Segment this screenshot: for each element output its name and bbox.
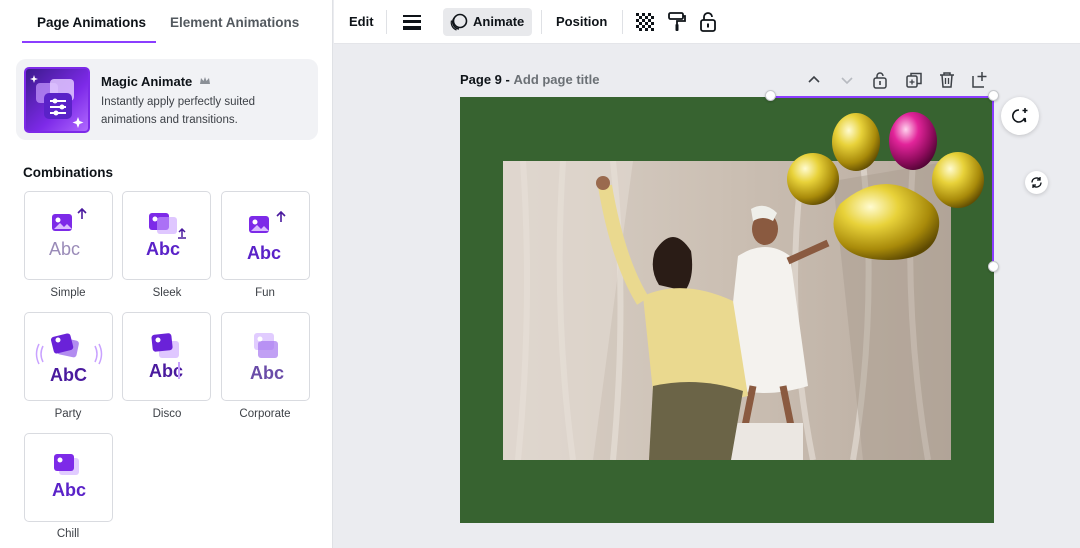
combinations-heading: Combinations <box>23 165 113 180</box>
magic-animate-title: Magic Animate <box>101 74 193 89</box>
toolbar-divider <box>386 10 387 34</box>
preset-party-label: Party <box>54 408 82 420</box>
preset-corporate-label: Corporate <box>239 408 291 420</box>
trash-icon[interactable] <box>937 70 957 90</box>
preset-corporate[interactable]: Abc <box>221 312 310 401</box>
rotate-button[interactable] <box>1025 171 1048 194</box>
preset-sleek-label: Sleek <box>152 287 182 299</box>
preset-chill[interactable]: Abc <box>24 433 113 522</box>
active-tab-indicator <box>22 41 156 43</box>
element-toolbar: Edit Animate Position <box>334 0 1080 44</box>
sleek-preview-icon: Abc <box>146 213 186 259</box>
add-page-icon[interactable] <box>970 70 990 90</box>
svg-text:Abc: Abc <box>250 363 284 383</box>
resize-handle-top-right[interactable] <box>988 90 999 101</box>
position-button[interactable]: Position <box>556 8 607 36</box>
tab-element-animations[interactable]: Element Animations <box>170 15 299 30</box>
duplicate-icon[interactable] <box>904 70 924 90</box>
edit-button[interactable]: Edit <box>349 8 374 36</box>
add-comment-button[interactable] <box>1001 97 1039 135</box>
toolbar-divider <box>541 10 542 34</box>
svg-text:Abc: Abc <box>52 480 86 500</box>
preset-sleek[interactable]: Abc <box>122 191 211 280</box>
comment-plus-icon <box>1012 108 1028 123</box>
svg-text:Abc: Abc <box>149 361 183 381</box>
svg-text:Abc: Abc <box>146 239 180 259</box>
disco-preview-icon: Abc <box>149 333 183 381</box>
paint-roller-icon[interactable] <box>665 10 689 34</box>
rotate-icon <box>1031 177 1042 188</box>
preset-simple-label: Simple <box>50 287 86 299</box>
corporate-preview-icon: Abc <box>250 333 284 383</box>
preset-party[interactable]: AbC <box>24 312 113 401</box>
tab-page-animations[interactable]: Page Animations <box>37 15 146 30</box>
svg-text:AbC: AbC <box>50 365 87 385</box>
party-preview-icon: AbC <box>35 333 103 385</box>
page-header: Page 9 - Add page title <box>460 72 599 87</box>
page-number: Page 9 - <box>460 72 510 87</box>
toolbar-divider <box>622 10 623 34</box>
crown-icon <box>200 77 210 84</box>
animation-tabs: Page Animations Element Animations <box>0 0 333 44</box>
selection-border-right <box>992 96 994 267</box>
animate-icon <box>450 13 468 31</box>
preset-fun[interactable]: Abc <box>221 191 310 280</box>
magic-animate-card[interactable]: Magic Animate Instantly apply perfectly … <box>16 59 318 140</box>
magic-animate-description: Instantly apply perfectly suited animati… <box>101 96 256 126</box>
magic-animate-thumbnail <box>24 67 90 133</box>
selection-border-top <box>771 96 994 98</box>
animate-button[interactable]: Animate <box>443 8 533 36</box>
resize-handle-bottom-right[interactable] <box>988 261 999 272</box>
simple-preview-icon: Abc <box>49 207 87 259</box>
line-weight-icon[interactable] <box>400 10 424 34</box>
paw-balloon-graphic[interactable] <box>782 108 988 266</box>
chill-preview-icon: Abc <box>52 454 86 500</box>
page-lock-icon[interactable] <box>870 70 890 90</box>
fun-preview-icon: Abc <box>247 210 286 263</box>
animate-label: Animate <box>473 14 525 29</box>
preset-disco-label: Disco <box>152 408 182 420</box>
transparency-icon[interactable] <box>633 10 657 34</box>
chevron-down-icon <box>841 77 853 85</box>
preset-disco[interactable]: Abc <box>122 312 211 401</box>
resize-handle-top-left[interactable] <box>765 90 776 101</box>
chevron-up-icon[interactable] <box>804 70 824 90</box>
svg-text:Abc: Abc <box>49 239 80 259</box>
lock-icon[interactable] <box>696 10 720 34</box>
page-title-input[interactable]: Add page title <box>513 72 599 87</box>
preset-fun-label: Fun <box>255 287 275 299</box>
svg-text:Abc: Abc <box>247 243 281 263</box>
preset-chill-label: Chill <box>56 528 80 540</box>
preset-simple[interactable]: Abc <box>24 191 113 280</box>
animation-panel: Page Animations Element Animations Magic… <box>0 0 333 548</box>
magic-animate-icon <box>30 75 84 128</box>
